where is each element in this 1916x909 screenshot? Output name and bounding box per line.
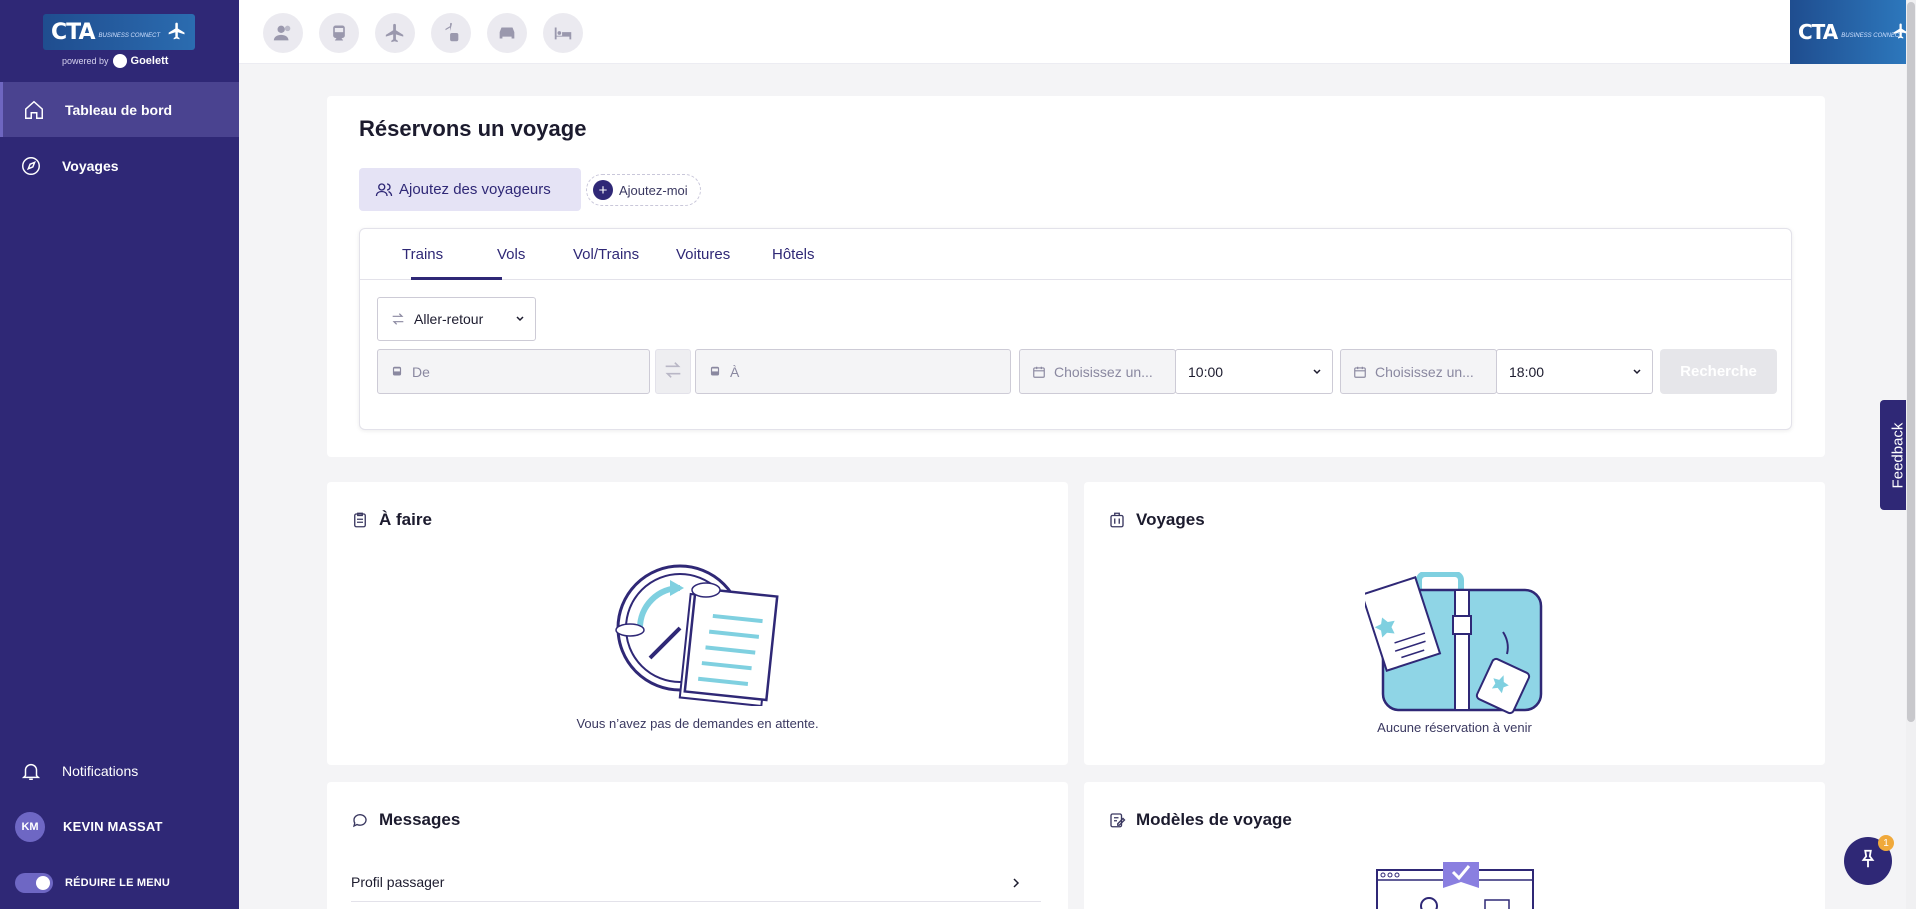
speech-bubble-icon bbox=[351, 811, 369, 829]
return-date-input[interactable]: Choisissez un... bbox=[1340, 349, 1497, 394]
travellers-icon[interactable] bbox=[263, 13, 303, 53]
home-icon bbox=[23, 99, 45, 121]
edit-document-icon bbox=[1108, 811, 1126, 829]
todo-title: À faire bbox=[351, 510, 432, 530]
calendar-icon bbox=[1032, 365, 1046, 379]
return-date-placeholder: Choisissez un... bbox=[1375, 363, 1474, 380]
from-placeholder: De bbox=[412, 363, 430, 380]
notifications-label: Notifications bbox=[62, 762, 139, 779]
depart-time-select[interactable]: 10:00 bbox=[1175, 349, 1333, 394]
active-tab-indicator bbox=[411, 277, 502, 280]
user-menu[interactable]: KM KEVIN MASSAT bbox=[0, 799, 239, 854]
pin-icon bbox=[1857, 848, 1879, 875]
chevron-down-icon bbox=[1632, 364, 1642, 380]
search-panel: Trains Vols Vol/Trains Voitures Hôtels A… bbox=[359, 228, 1792, 430]
messages-title: Messages bbox=[351, 810, 460, 830]
collapse-menu-label: RÉDUIRE LE MENU bbox=[65, 877, 171, 889]
sidebar-item-voyages[interactable]: Voyages bbox=[0, 138, 239, 193]
feedback-label: Feedback bbox=[1889, 422, 1907, 488]
tab-hotels[interactable]: Hôtels bbox=[772, 246, 815, 263]
sidebar-item-notifications[interactable]: Notifications bbox=[0, 743, 239, 798]
add-travellers-button[interactable]: Ajoutez des voyageurs bbox=[359, 168, 581, 211]
tab-trains[interactable]: Trains bbox=[402, 246, 443, 263]
suitcase-illustration bbox=[1360, 571, 1545, 717]
powered-by: powered by Goelett bbox=[62, 54, 168, 68]
chevron-right-icon bbox=[1011, 876, 1021, 892]
chevron-down-icon bbox=[515, 311, 525, 327]
topbar: CTA BUSINESS CONNECT bbox=[239, 0, 1916, 64]
train-icon[interactable] bbox=[319, 13, 359, 53]
trips-title: Voyages bbox=[1108, 510, 1205, 530]
sidebar-item-label: Tableau de bord bbox=[65, 101, 173, 118]
depart-date-placeholder: Choisissez un... bbox=[1054, 363, 1153, 380]
from-station-input[interactable]: De bbox=[377, 349, 650, 394]
sidebar: CTA BUSINESS CONNECT powered by Goelett … bbox=[0, 0, 239, 909]
goelett-icon bbox=[112, 54, 127, 68]
tab-voitures[interactable]: Voitures bbox=[676, 246, 730, 263]
add-travellers-label: Ajoutez des voyageurs bbox=[399, 181, 551, 198]
brand-logo-right: CTA BUSINESS CONNECT bbox=[1790, 0, 1916, 64]
trips-empty-text: Aucune réservation à venir bbox=[1377, 720, 1532, 735]
depart-date-input[interactable]: Choisissez un... bbox=[1019, 349, 1176, 394]
calendar-icon bbox=[1353, 365, 1367, 379]
sidebar-item-dashboard[interactable]: Tableau de bord bbox=[0, 82, 239, 137]
to-station-input[interactable]: À bbox=[695, 349, 1011, 394]
to-placeholder: À bbox=[730, 363, 740, 380]
train-icon bbox=[390, 365, 404, 379]
travellers-icon bbox=[375, 181, 393, 199]
todo-illustration bbox=[610, 558, 785, 708]
add-me-button[interactable]: + Ajoutez-moi bbox=[586, 174, 701, 206]
plus-icon: + bbox=[593, 180, 613, 200]
flight-train-icon[interactable] bbox=[431, 13, 471, 53]
scrollbar-thumb[interactable] bbox=[1907, 2, 1915, 722]
message-row-label: Profil passager bbox=[351, 874, 445, 890]
compass-icon bbox=[20, 155, 42, 177]
depart-time-value: 10:00 bbox=[1188, 363, 1224, 380]
powered-by-label: powered by bbox=[62, 56, 109, 66]
trips-title-text: Voyages bbox=[1136, 510, 1205, 529]
bell-icon bbox=[20, 760, 42, 782]
transport-tabs: Trains Vols Vol/Trains Voitures Hôtels bbox=[360, 229, 1791, 280]
add-me-label: Ajoutez-moi bbox=[619, 182, 688, 198]
return-time-select[interactable]: 18:00 bbox=[1496, 349, 1653, 394]
return-time-value: 18:00 bbox=[1509, 363, 1545, 380]
templates-title-text: Modèles de voyage bbox=[1136, 810, 1292, 829]
toggle-switch[interactable] bbox=[15, 873, 53, 893]
plane-icon bbox=[167, 21, 187, 46]
list-item[interactable]: Profil passager bbox=[351, 872, 1041, 902]
logo-text: CTA bbox=[1798, 20, 1838, 44]
avatar: KM bbox=[15, 811, 45, 842]
templates-title: Modèles de voyage bbox=[1108, 810, 1292, 830]
hotel-icon[interactable] bbox=[543, 13, 583, 53]
train-icon bbox=[708, 365, 722, 379]
swap-icon bbox=[662, 359, 684, 384]
logo-text: CTA bbox=[51, 19, 95, 45]
clipboard-icon bbox=[351, 511, 369, 529]
powered-brand: Goelett bbox=[130, 55, 169, 67]
todo-title-text: À faire bbox=[379, 510, 432, 529]
page-title: Réservons un voyage bbox=[359, 116, 587, 141]
user-name: KEVIN MASSAT bbox=[63, 819, 163, 834]
search-button[interactable]: Recherche bbox=[1660, 349, 1777, 394]
tab-vol-trains[interactable]: Vol/Trains bbox=[573, 246, 639, 263]
trip-type-value: Aller-retour bbox=[414, 311, 484, 327]
tab-vols[interactable]: Vols bbox=[497, 246, 525, 263]
trip-type-select[interactable]: Aller-retour bbox=[377, 297, 536, 341]
swap-icon bbox=[390, 311, 406, 327]
templates-illustration bbox=[1375, 862, 1535, 909]
sidebar-item-label: Voyages bbox=[62, 157, 119, 174]
chevron-down-icon bbox=[1312, 364, 1322, 380]
suitcase-icon bbox=[1108, 511, 1126, 529]
notification-badge: 1 bbox=[1878, 835, 1894, 851]
messages-title-text: Messages bbox=[379, 810, 461, 829]
pin-button[interactable]: 1 bbox=[1844, 835, 1894, 885]
collapse-menu-toggle[interactable]: RÉDUIRE LE MENU bbox=[0, 856, 239, 909]
todo-empty-text: Vous n’avez pas de demandes en attente. bbox=[576, 716, 819, 731]
logo-subtitle: BUSINESS CONNECT bbox=[98, 33, 161, 39]
plane-icon[interactable] bbox=[375, 13, 415, 53]
scrollbar[interactable] bbox=[1906, 0, 1916, 909]
car-icon[interactable] bbox=[487, 13, 527, 53]
brand-logo[interactable]: CTA BUSINESS CONNECT bbox=[43, 14, 195, 50]
swap-stations-button[interactable] bbox=[655, 349, 691, 394]
